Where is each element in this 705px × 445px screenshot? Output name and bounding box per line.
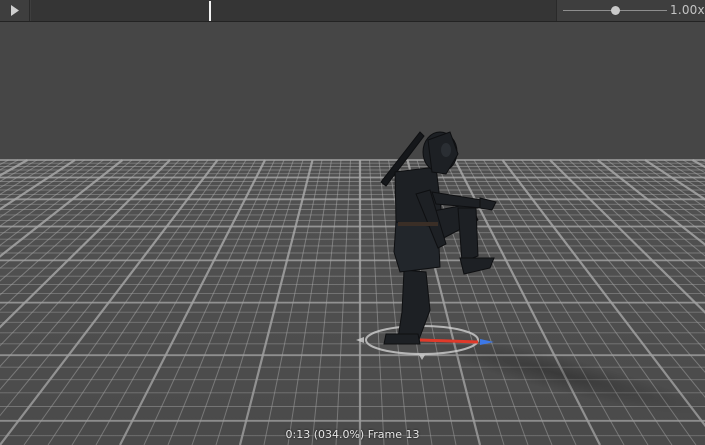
frame-readout: 0:13 (034.0%) Frame 13 bbox=[285, 428, 420, 441]
scene-canvas bbox=[0, 131, 705, 445]
preview-viewport[interactable] bbox=[0, 22, 705, 445]
play-button[interactable] bbox=[0, 0, 30, 21]
playback-speed-label: 1.00x bbox=[670, 3, 705, 17]
preview-toolbar: 1.00x bbox=[0, 0, 705, 22]
playback-speed-control: 1.00x bbox=[558, 0, 705, 21]
animation-preview-window: 1.00x 0:13 (034.0%) Frame 13 bbox=[0, 0, 705, 445]
timeline-scrubber[interactable] bbox=[31, 0, 557, 21]
play-icon bbox=[10, 5, 20, 16]
timeline-playhead[interactable] bbox=[209, 1, 211, 21]
playback-speed-slider-thumb[interactable] bbox=[611, 6, 620, 15]
